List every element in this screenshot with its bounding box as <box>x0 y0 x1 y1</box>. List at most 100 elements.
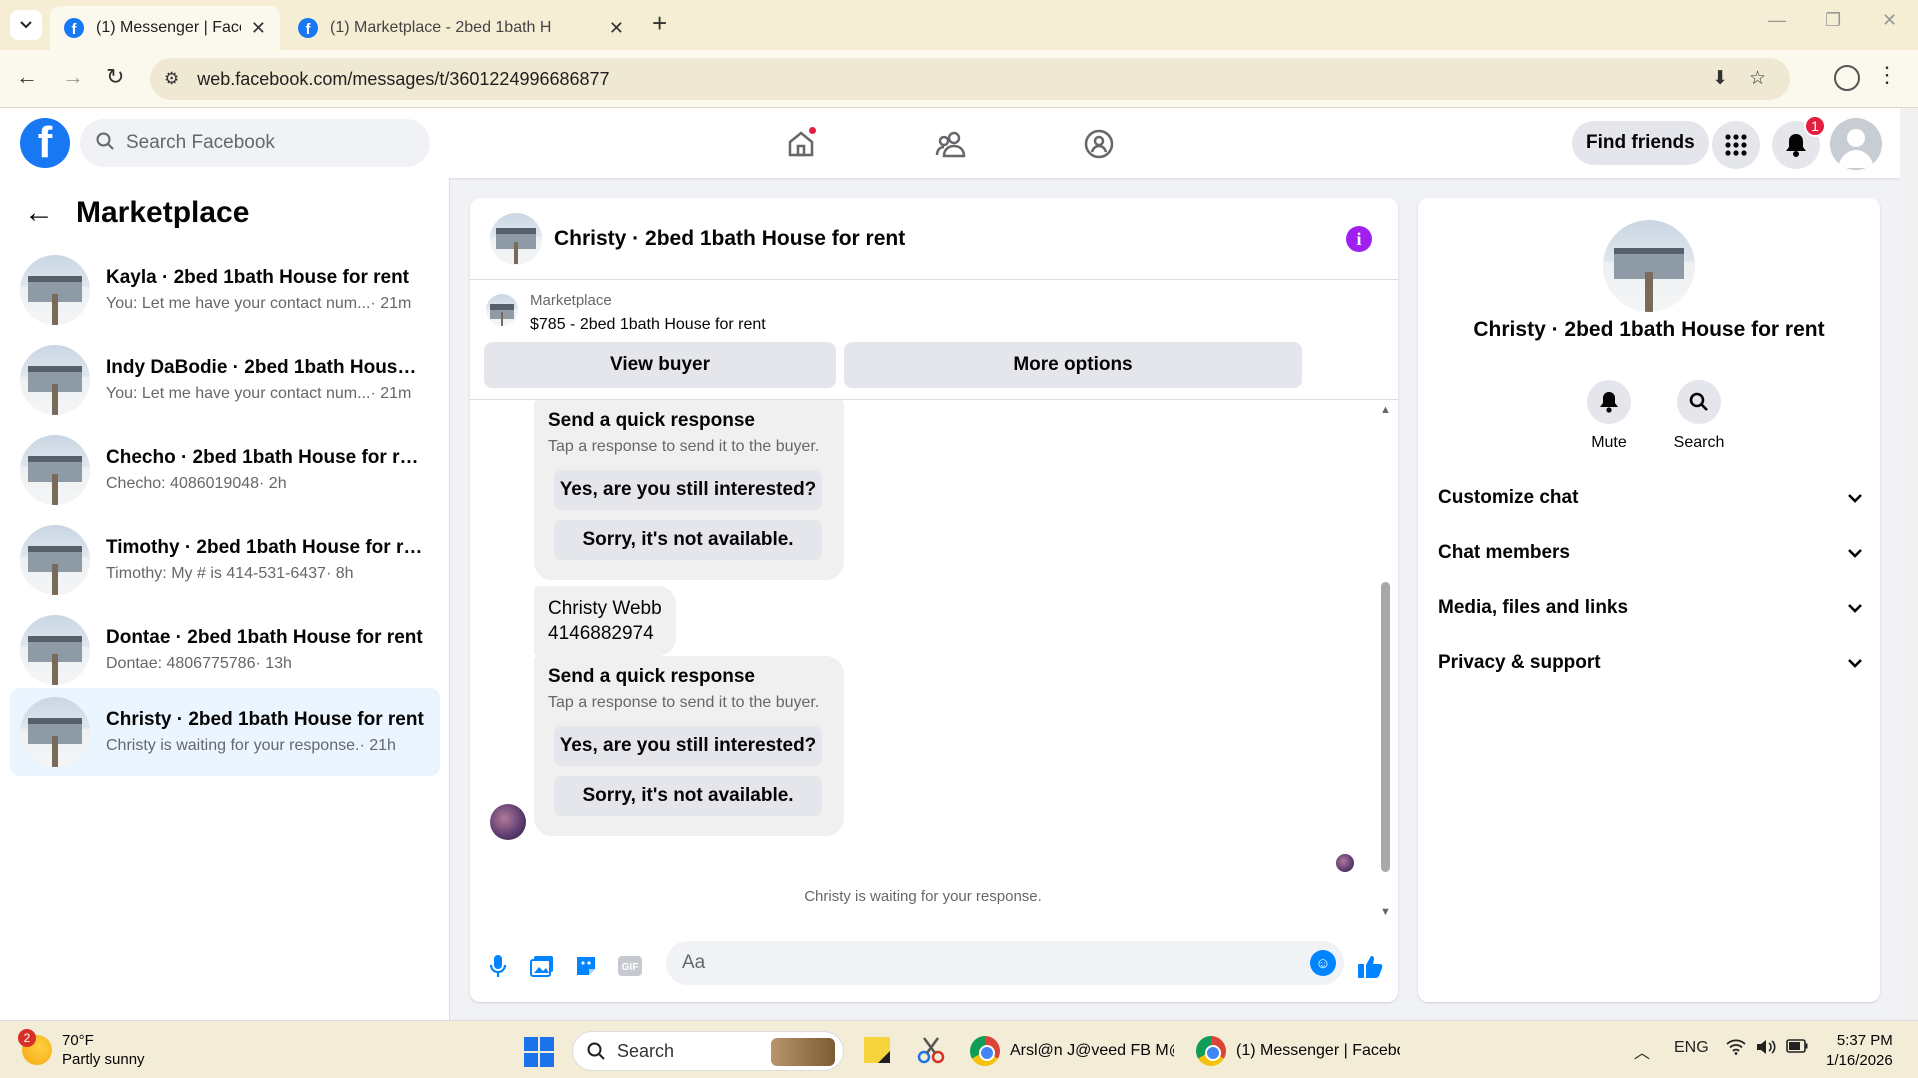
volume-icon[interactable] <box>1756 1039 1776 1060</box>
message-input[interactable] <box>682 952 1242 974</box>
restore-icon[interactable]: ❐ <box>1825 10 1841 31</box>
wifi-icon[interactable] <box>1726 1039 1746 1060</box>
browser-profile-icon[interactable] <box>1834 65 1860 91</box>
gif-icon[interactable]: GIF <box>616 952 644 980</box>
message-line: 4146882974 <box>548 623 654 644</box>
windows-start-icon[interactable] <box>524 1037 554 1067</box>
search-icon <box>1689 392 1708 411</box>
listing-title[interactable]: $785 - 2bed 1bath House for rent <box>530 316 766 334</box>
account-avatar[interactable] <box>1830 118 1882 170</box>
info-icon[interactable]: i <box>1346 226 1372 252</box>
clock-time: 5:37 PM <box>1836 1032 1893 1049</box>
chat-title[interactable]: Christy · 2bed 1bath House for rent <box>554 227 905 251</box>
conversation-item[interactable]: Dontae · 2bed 1bath House for rent Donta… <box>10 606 440 694</box>
contact-photo[interactable] <box>1603 220 1695 312</box>
taskbar-search[interactable]: Search <box>572 1031 844 1071</box>
weather-widget[interactable]: 2 70°F Partly sunny <box>18 1029 145 1069</box>
scroll-up-icon[interactable]: ▲ <box>1380 404 1391 416</box>
chat-members-section[interactable]: Chat members <box>1438 533 1862 573</box>
sticky-notes-icon[interactable] <box>862 1035 894 1067</box>
listing-thumbnail <box>20 435 90 505</box>
conversation-item[interactable]: Checho · 2bed 1bath House for rent Chech… <box>10 426 440 514</box>
site-info-icon[interactable]: ⚙ <box>164 69 179 89</box>
facebook-search[interactable] <box>80 119 430 167</box>
home-nav[interactable] <box>780 123 822 165</box>
back-arrow-icon[interactable]: ← <box>16 64 38 90</box>
language-indicator[interactable]: ENG <box>1674 1039 1709 1057</box>
browser-menu-icon[interactable]: ⋮ <box>1876 62 1898 88</box>
menu-button[interactable] <box>1712 121 1760 169</box>
system-clock[interactable]: 5:37 PM 1/16/2026 <box>1826 1031 1893 1071</box>
microphone-icon[interactable] <box>484 952 512 980</box>
taskbar-app-chrome-1[interactable]: Arsl@n J@veed FB M@ı <box>970 1031 1174 1071</box>
browser-tab-marketplace[interactable]: f (1) Marketplace - 2bed 1bath H ✕ <box>284 6 638 50</box>
groups-icon <box>1084 129 1114 159</box>
bookmark-star-icon[interactable]: ☆ <box>1749 67 1766 90</box>
default-avatar-icon <box>1838 129 1874 168</box>
browser-toolbar: ← → ↻ ⚙ web.facebook.com/messages/t/3601… <box>0 50 1918 108</box>
snipping-tool-icon[interactable] <box>916 1035 948 1067</box>
view-buyer-button[interactable]: View buyer <box>484 342 836 388</box>
back-arrow-icon[interactable]: ← <box>24 196 54 230</box>
conversation-item[interactable]: Kayla · 2bed 1bath House for rent You: L… <box>10 246 440 334</box>
scroll-thumb[interactable] <box>1381 582 1390 872</box>
quick-response-option[interactable]: Sorry, it's not available. <box>554 776 822 816</box>
facebook-logo-icon[interactable]: f <box>20 118 70 168</box>
conversation-preview: Timothy: My # is 414-531-6437 <box>106 565 326 582</box>
message-input-field[interactable]: ☺ <box>666 941 1344 985</box>
quick-response-option[interactable]: Sorry, it's not available. <box>554 520 822 560</box>
page-scrollbar[interactable] <box>1900 108 1918 1020</box>
home-notification-dot <box>807 125 818 136</box>
listing-thumbnail <box>20 255 90 325</box>
forward-arrow-icon[interactable]: → <box>62 64 84 90</box>
quick-response-option[interactable]: Yes, are you still interested? <box>554 726 822 766</box>
conversation-preview: You: Let me have your contact num... <box>106 295 371 312</box>
search-conversation-button[interactable]: Search <box>1659 380 1739 452</box>
battery-icon[interactable] <box>1786 1039 1808 1058</box>
find-friends-button[interactable]: Find friends <box>1572 121 1709 165</box>
friends-nav[interactable] <box>930 123 972 165</box>
address-bar[interactable]: ⚙ web.facebook.com/messages/t/3601224996… <box>150 58 1790 100</box>
mute-button[interactable]: Mute <box>1569 380 1649 452</box>
chevron-down-icon <box>1848 548 1862 558</box>
groups-nav[interactable] <box>1078 123 1120 165</box>
search-icon <box>96 132 114 155</box>
conversation-list-header: ← Marketplace <box>24 196 249 230</box>
minimize-icon[interactable]: — <box>1768 10 1786 31</box>
close-tab-icon[interactable]: ✕ <box>251 18 266 39</box>
conversation-name: Christy · 2bed 1bath House for rent <box>106 709 424 730</box>
quick-response-option[interactable]: Yes, are you still interested? <box>554 470 822 510</box>
install-app-icon[interactable]: ⬇ <box>1712 67 1728 90</box>
conversation-item[interactable]: Timothy · 2bed 1bath House for rent Timo… <box>10 516 440 604</box>
facebook-search-input[interactable] <box>126 132 386 154</box>
conversation-item[interactable]: Indy DaBodie · 2bed 1bath House f... You… <box>10 336 440 424</box>
url-text: web.facebook.com/messages/t/360122499668… <box>197 68 610 89</box>
scroll-down-icon[interactable]: ▼ <box>1380 906 1391 918</box>
customize-chat-section[interactable]: Customize chat <box>1438 478 1862 518</box>
chat-scrollbar[interactable]: ▲ ▼ <box>1378 404 1392 918</box>
friends-icon <box>935 131 966 158</box>
reload-icon[interactable]: ↻ <box>106 64 124 90</box>
listing-thumbnail[interactable] <box>490 212 542 265</box>
taskbar-search-label: Search <box>617 1040 675 1061</box>
like-thumbs-up-icon[interactable] <box>1356 952 1384 980</box>
browser-tab-messenger[interactable]: f (1) Messenger | Facebook ✕ <box>50 6 280 50</box>
more-options-button[interactable]: More options <box>844 342 1302 388</box>
conversation-item-selected[interactable]: Christy · 2bed 1bath House for rent Chri… <box>10 688 440 776</box>
notifications-button[interactable]: 1 <box>1772 115 1826 169</box>
sender-avatar[interactable] <box>490 804 526 840</box>
sticker-icon[interactable] <box>572 952 600 980</box>
privacy-support-section[interactable]: Privacy & support <box>1438 643 1862 683</box>
emoji-icon[interactable]: ☺ <box>1310 950 1336 976</box>
chat-header: Christy · 2bed 1bath House for rent i <box>470 198 1398 280</box>
taskbar-app-chrome-2[interactable]: (1) Messenger | Faceboc <box>1196 1031 1400 1071</box>
window-close-icon[interactable]: ✕ <box>1882 10 1897 31</box>
photo-icon[interactable] <box>528 952 556 980</box>
tray-chevron-up-icon[interactable]: ︿ <box>1634 1039 1650 1063</box>
quick-response-subtext: Tap a response to send it to the buyer. <box>548 694 820 711</box>
media-files-links-section[interactable]: Media, files and links <box>1438 588 1862 628</box>
new-tab-icon[interactable]: + <box>652 8 667 39</box>
close-tab-icon[interactable]: ✕ <box>609 18 624 39</box>
tab-search-button[interactable] <box>10 10 42 40</box>
message-line: Christy Webb <box>548 598 662 619</box>
